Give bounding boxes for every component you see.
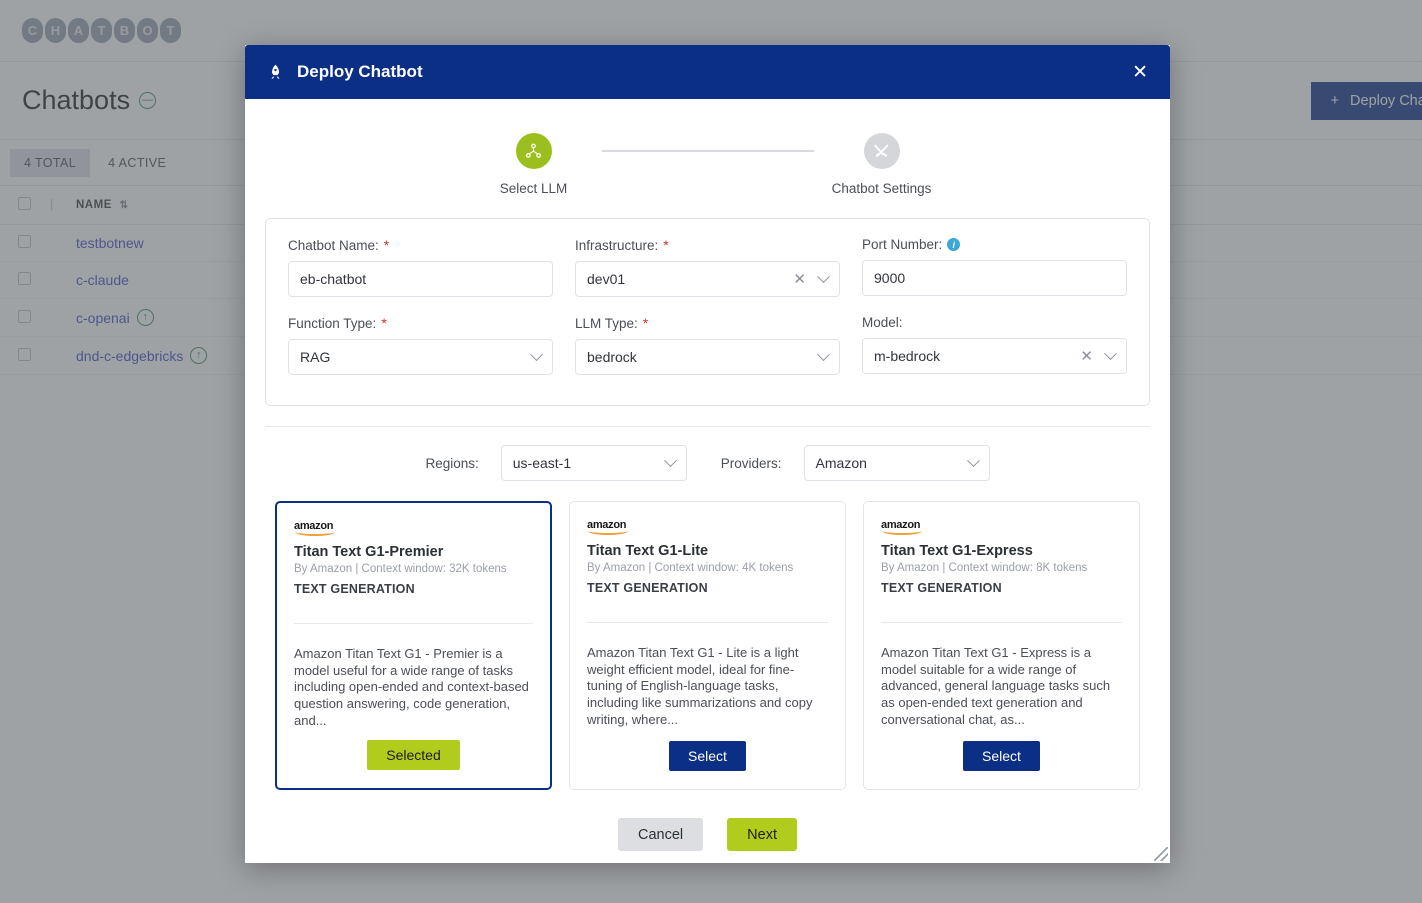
- chevron-down-icon[interactable]: [817, 347, 830, 361]
- model-card-titan-premier[interactable]: amazon Titan Text G1-Premier By Amazon |…: [275, 501, 552, 790]
- model-meta: By Amazon | Context window: 4K tokens: [587, 562, 794, 574]
- model-description: Amazon Titan Text G1 - Premier is a mode…: [294, 646, 529, 728]
- model-controls: ✕: [1080, 346, 1117, 364]
- function-type-label: Function Type: *: [288, 315, 387, 331]
- model-name: Titan Text G1-Express: [881, 543, 1033, 559]
- wizard-stepper: Select LLM Chatbot Settings: [265, 99, 1150, 218]
- step-select-llm[interactable]: Select LLM: [466, 133, 602, 196]
- required-asterisk: *: [642, 315, 649, 331]
- required-asterisk: *: [381, 315, 387, 331]
- model-description: Amazon Titan Text G1 - Lite is a light w…: [587, 645, 813, 727]
- step-circle-todo: [863, 133, 900, 169]
- infrastructure-label: Infrastructure: *: [575, 237, 669, 253]
- model-card-list: amazon Titan Text G1-Premier By Amazon |…: [265, 501, 1150, 790]
- model-filters: Regions: us-east-1 Providers: Amazon: [265, 427, 1150, 501]
- step-label: Chatbot Settings: [831, 181, 932, 196]
- model-description: Amazon Titan Text G1 - Express is a mode…: [881, 645, 1111, 727]
- model-select-button[interactable]: Select: [963, 741, 1040, 771]
- close-icon[interactable]: ✕: [1126, 59, 1154, 86]
- regions-select[interactable]: us-east-1: [500, 445, 687, 481]
- port-number-input[interactable]: 9000: [862, 260, 1127, 296]
- llm-type-label: LLM Type: *: [575, 315, 649, 331]
- amazon-logo-icon: amazon: [294, 520, 533, 537]
- cancel-button[interactable]: Cancel: [618, 818, 704, 851]
- clear-icon[interactable]: ✕: [793, 272, 806, 287]
- card-divider: [587, 622, 828, 623]
- port-number-value: 9000: [874, 270, 906, 286]
- function-type-value: RAG: [300, 349, 331, 365]
- modal-body: Select LLM Chatbot Settings Chatbot Name…: [245, 99, 1170, 863]
- providers-label: Providers:: [720, 455, 782, 471]
- deployment-form: Chatbot Name: * eb-chatbot Infrastructur…: [265, 218, 1150, 406]
- chevron-down-icon[interactable]: [966, 453, 980, 467]
- model-label: Model:: [862, 315, 903, 330]
- chevron-down-icon[interactable]: [530, 347, 543, 361]
- model-select-button[interactable]: Selected: [367, 740, 460, 770]
- infrastructure-select[interactable]: dev01 ✕: [575, 261, 840, 297]
- model-value: m-bedrock: [874, 348, 941, 364]
- modal-title: Deploy Chatbot: [297, 62, 423, 81]
- field-chatbot-name: Chatbot Name: * eb-chatbot: [288, 237, 553, 297]
- model-category: TEXT GENERATION: [294, 582, 415, 596]
- chevron-down-icon[interactable]: [663, 453, 677, 467]
- card-divider: [294, 623, 533, 624]
- port-number-label: Port Number: i: [862, 237, 1127, 252]
- modal-header: Deploy Chatbot ✕: [245, 45, 1170, 99]
- card-button-wrap: Select: [587, 741, 828, 789]
- modal-title-wrap: Deploy Chatbot: [267, 62, 423, 82]
- card-button-wrap: Select: [881, 741, 1122, 789]
- field-model: Model: m-bedrock ✕: [862, 315, 1127, 375]
- model-category: TEXT GENERATION: [587, 581, 708, 595]
- llm-type-value: bedrock: [587, 349, 637, 365]
- required-asterisk: *: [383, 237, 390, 253]
- info-icon[interactable]: i: [947, 238, 961, 251]
- clear-icon[interactable]: ✕: [1080, 349, 1093, 364]
- model-meta: By Amazon | Context window: 8K tokens: [881, 562, 1088, 574]
- step-circle-done: [515, 133, 552, 169]
- modal-footer: Cancel Next: [265, 790, 1150, 863]
- step-chatbot-settings[interactable]: Chatbot Settings: [814, 133, 950, 196]
- card-divider: [881, 622, 1122, 623]
- llm-type-select[interactable]: bedrock: [575, 339, 840, 375]
- model-name: Titan Text G1-Lite: [587, 543, 709, 559]
- chevron-down-icon[interactable]: [817, 269, 830, 283]
- model-name: Titan Text G1-Premier: [294, 544, 444, 560]
- providers-value: Amazon: [815, 455, 867, 471]
- function-type-controls: [530, 347, 543, 362]
- llm-type-controls: [817, 347, 830, 362]
- providers-select[interactable]: Amazon: [803, 445, 990, 481]
- model-card-titan-lite[interactable]: amazon Titan Text G1-Lite By Amazon | Co…: [569, 501, 846, 790]
- amazon-logo-icon: amazon: [881, 519, 1122, 536]
- model-select-button[interactable]: Select: [669, 741, 746, 771]
- function-type-select[interactable]: RAG: [288, 339, 553, 375]
- stepper-connector-line: [601, 150, 814, 152]
- deploy-chatbot-modal: Deploy Chatbot ✕ Select LLM Chatbot Sett…: [245, 45, 1170, 863]
- tools-icon: [874, 144, 889, 157]
- required-asterisk: *: [663, 237, 669, 253]
- model-category: TEXT GENERATION: [881, 581, 1002, 595]
- next-button[interactable]: Next: [727, 818, 797, 851]
- field-infrastructure: Infrastructure: * dev01 ✕: [575, 237, 840, 297]
- model-meta: By Amazon | Context window: 32K tokens: [294, 563, 507, 575]
- field-port-number: Port Number: i 9000: [862, 237, 1127, 297]
- step-label: Select LLM: [499, 181, 568, 196]
- rocket-icon: [271, 64, 280, 79]
- resize-handle[interactable]: [1154, 847, 1168, 861]
- chatbot-name-label: Chatbot Name: *: [288, 237, 390, 253]
- infrastructure-controls: ✕: [793, 269, 830, 287]
- field-llm-type: LLM Type: * bedrock: [575, 315, 840, 375]
- amazon-logo-icon: amazon: [587, 519, 828, 536]
- network-nodes-icon: [525, 143, 542, 158]
- infrastructure-value: dev01: [587, 271, 626, 287]
- chatbot-name-value: eb-chatbot: [300, 271, 367, 287]
- chevron-down-icon[interactable]: [1104, 346, 1117, 360]
- card-button-wrap: Selected: [294, 740, 533, 788]
- chatbot-name-input[interactable]: eb-chatbot: [288, 261, 553, 297]
- regions-label: Regions:: [425, 455, 479, 471]
- regions-value: us-east-1: [512, 455, 572, 471]
- field-function-type: Function Type: * RAG: [288, 315, 553, 375]
- model-select[interactable]: m-bedrock ✕: [862, 338, 1127, 374]
- model-card-titan-express[interactable]: amazon Titan Text G1-Express By Amazon |…: [863, 501, 1140, 790]
